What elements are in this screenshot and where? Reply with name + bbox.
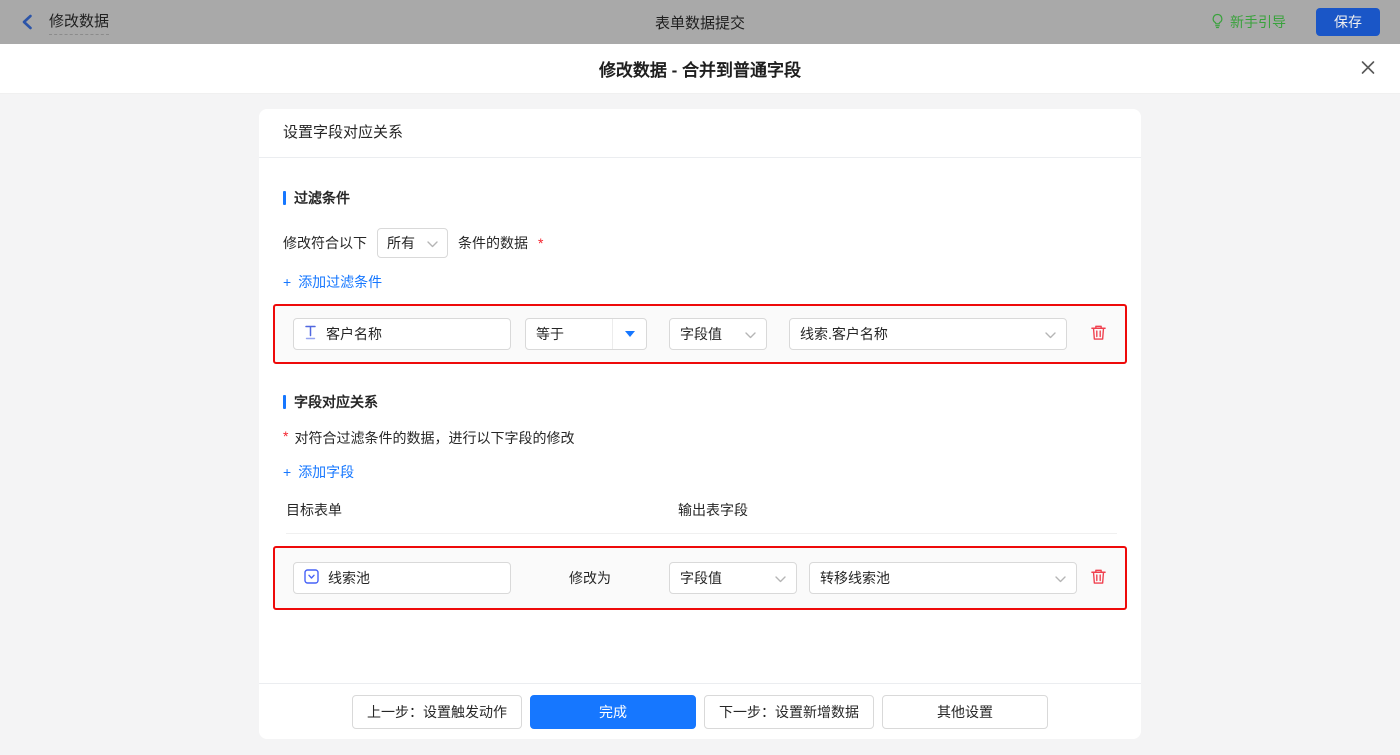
back-button[interactable]: 修改数据: [20, 10, 110, 35]
filter-match-row: 修改符合以下 所有 条件的数据 *: [283, 228, 1117, 258]
add-field-link[interactable]: + 添加字段: [283, 462, 354, 482]
filter-section-title: 过滤条件: [283, 188, 1117, 208]
target-field-input[interactable]: 线索池: [293, 562, 511, 594]
filter-value-type-select[interactable]: 字段值: [669, 318, 767, 350]
close-icon: [1360, 59, 1376, 78]
mapping-output-value: 转移线索池: [820, 570, 890, 586]
filter-field-value: 客户名称: [326, 326, 382, 342]
settings-card: 设置字段对应关系 过滤条件 修改符合以下 所有 条件的数据 * + 添加过滤条件…: [259, 109, 1141, 739]
card-body: 过滤条件 修改符合以下 所有 条件的数据 * + 添加过滤条件 客户名称 等于 …: [259, 158, 1141, 683]
add-field-label: 添加字段: [298, 464, 355, 480]
section-marker-bar: [283, 395, 286, 409]
target-field-value: 线索池: [328, 570, 370, 586]
modal-title: 修改数据 - 合并到普通字段: [598, 61, 802, 80]
guide-label[interactable]: 新手引导: [1230, 12, 1286, 32]
target-form-column-header: 目标表单: [286, 502, 342, 518]
delete-filter-row-button[interactable]: [1090, 324, 1107, 344]
mapping-section-title: 字段对应关系: [283, 392, 1117, 412]
chevron-down-icon: [745, 326, 756, 342]
topbar-actions: 新手引导 保存: [1210, 8, 1380, 36]
filter-condition-row: 客户名称 等于 字段值 线索.客户名称: [273, 304, 1127, 364]
text-field-icon: [304, 325, 317, 343]
done-button[interactable]: 完成: [530, 694, 696, 729]
other-settings-button[interactable]: 其他设置: [882, 694, 1048, 729]
mapping-output-select[interactable]: 转移线索池: [809, 562, 1077, 594]
modal-header: 修改数据 - 合并到普通字段: [0, 44, 1400, 94]
filter-operator-select[interactable]: 等于: [525, 318, 647, 350]
required-asterisk: *: [283, 428, 289, 444]
trash-icon: [1090, 324, 1107, 344]
caret-down-icon: [612, 319, 646, 349]
output-field-column-header: 输出表字段: [678, 502, 748, 518]
card-footer: 上一步：设置触发动作 完成 下一步：设置新增数据 其他设置: [259, 683, 1141, 739]
filter-value-type: 字段值: [680, 326, 722, 342]
plus-icon: +: [283, 274, 292, 290]
mapping-hint: * 对符合过滤条件的数据，进行以下字段的修改: [283, 428, 1117, 448]
back-label[interactable]: 修改数据: [49, 10, 110, 35]
save-button[interactable]: 保存: [1316, 8, 1380, 36]
guide-link[interactable]: 新手引导: [1210, 12, 1286, 32]
topbar: 修改数据 表单数据提交 新手引导 保存: [0, 0, 1400, 44]
chevron-left-icon: [20, 14, 34, 30]
chevron-down-icon: [1055, 570, 1066, 586]
next-step-button[interactable]: 下一步：设置新增数据: [704, 694, 874, 729]
card-header-title: 设置字段对应关系: [259, 109, 1141, 158]
modify-to-label: 修改为: [569, 570, 611, 586]
add-filter-condition-link[interactable]: + 添加过滤条件: [283, 272, 382, 292]
filter-value-source: 线索.客户名称: [800, 326, 888, 342]
match-prefix-label: 修改符合以下: [283, 235, 367, 251]
mapping-value-type-select[interactable]: 字段值: [669, 562, 797, 594]
select-field-icon: [304, 569, 319, 587]
chevron-down-icon: [427, 235, 438, 251]
required-asterisk: *: [538, 235, 544, 251]
filter-field-input[interactable]: 客户名称: [293, 318, 511, 350]
match-mode-value: 所有: [387, 235, 415, 251]
section-marker-bar: [283, 191, 286, 205]
delete-mapping-row-button[interactable]: [1090, 568, 1107, 588]
filter-value-source-select[interactable]: 线索.客户名称: [789, 318, 1067, 350]
add-filter-condition-label: 添加过滤条件: [298, 274, 383, 290]
trash-icon: [1090, 568, 1107, 588]
mapping-hint-text: 对符合过滤条件的数据，进行以下字段的修改: [294, 430, 575, 446]
mapping-row: 线索池 修改为 字段值 转移线索池: [273, 546, 1127, 610]
modal-body: 设置字段对应关系 过滤条件 修改符合以下 所有 条件的数据 * + 添加过滤条件…: [0, 94, 1400, 755]
lightbulb-icon: [1210, 13, 1225, 32]
mapping-column-headers: 目标表单 输出表字段: [286, 500, 1117, 534]
close-button[interactable]: [1360, 59, 1376, 78]
mapping-section-label: 字段对应关系: [294, 394, 378, 410]
match-mode-select[interactable]: 所有: [377, 228, 448, 258]
filter-operator-value: 等于: [536, 326, 564, 342]
prev-step-button[interactable]: 上一步：设置触发动作: [352, 694, 522, 729]
mapping-value-type: 字段值: [680, 570, 722, 586]
match-suffix-label: 条件的数据: [458, 235, 528, 251]
topbar-title: 表单数据提交: [654, 14, 746, 32]
plus-icon: +: [283, 464, 292, 480]
chevron-down-icon: [775, 570, 786, 586]
filter-section-label: 过滤条件: [294, 190, 350, 206]
chevron-down-icon: [1045, 326, 1056, 342]
